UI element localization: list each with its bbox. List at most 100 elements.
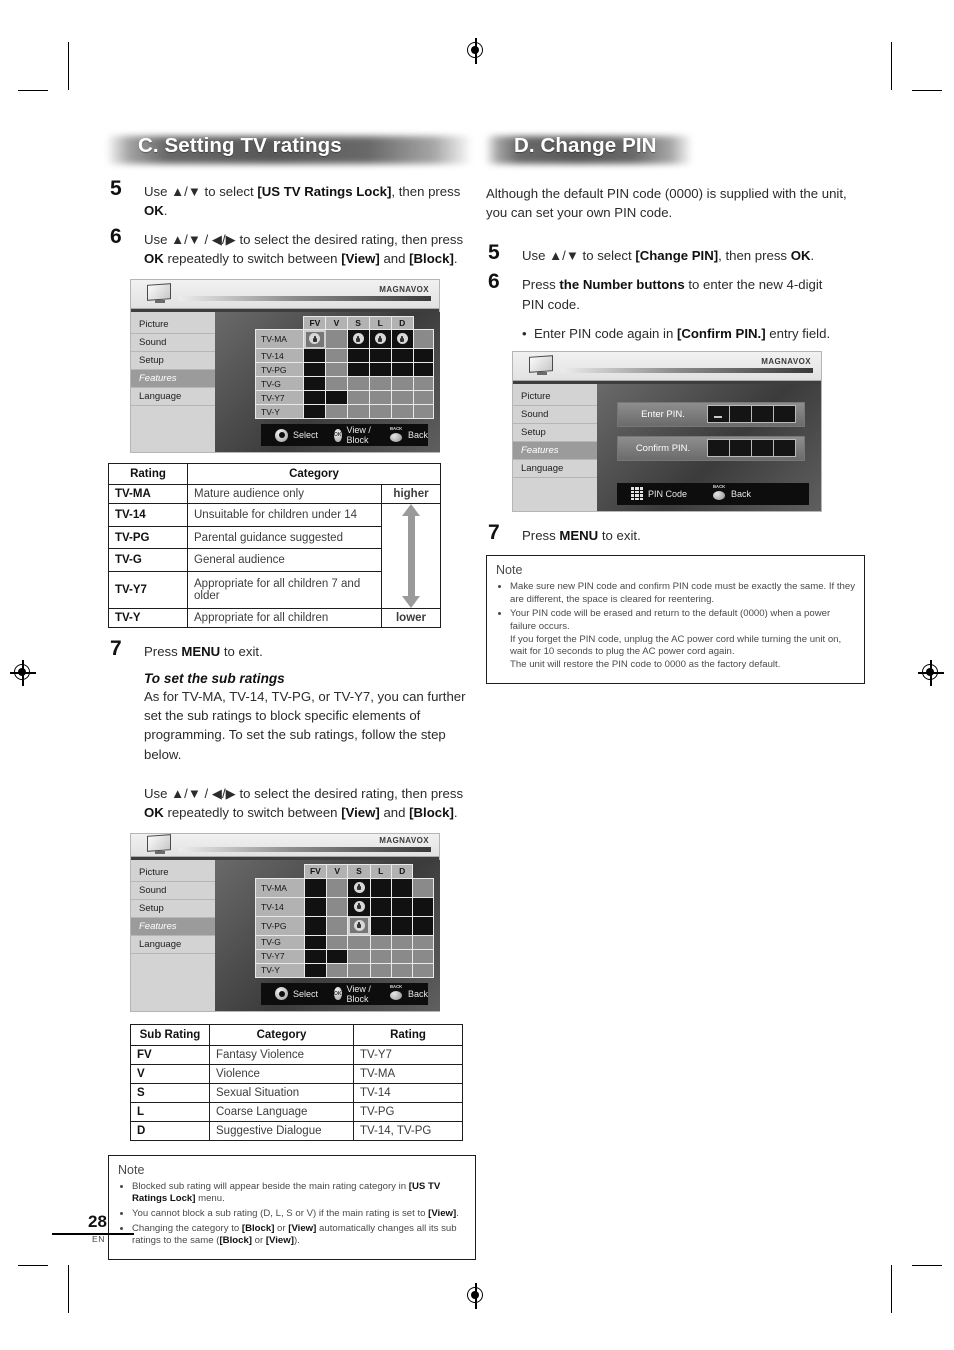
osd-menu-item-sound[interactable]: Sound <box>131 882 215 901</box>
footbar-view-block[interactable]: OK View / Block <box>334 984 374 1004</box>
grid-cell[interactable] <box>347 948 371 964</box>
grid-row-label-tv-pg[interactable]: TV-PG <box>255 915 305 936</box>
grid-cell[interactable] <box>325 404 348 420</box>
grid-row-label-tv-ma[interactable]: TV-MA <box>255 877 305 898</box>
enter-pin-boxes[interactable] <box>707 405 796 424</box>
grid-cell[interactable] <box>325 348 348 364</box>
grid-row-label-tv-14[interactable]: TV-14 <box>254 348 305 364</box>
grid-cell[interactable] <box>346 390 370 406</box>
grid-cell[interactable] <box>325 362 348 378</box>
grid-cell[interactable] <box>347 934 371 950</box>
grid-cell[interactable] <box>390 948 414 964</box>
grid-cell[interactable] <box>412 404 435 420</box>
grid-row-label-tv-y7[interactable]: TV-Y7 <box>255 948 305 964</box>
grid-cell[interactable] <box>412 896 435 917</box>
confirm-pin-digit-3[interactable] <box>751 439 774 458</box>
grid-cell[interactable] <box>390 896 414 917</box>
grid-cell[interactable] <box>368 362 392 378</box>
pin-digit-3[interactable] <box>751 405 774 424</box>
grid-cell[interactable] <box>325 915 349 936</box>
grid-cell[interactable] <box>325 934 349 950</box>
grid-cell[interactable] <box>412 934 435 950</box>
osd-menu-item-picture[interactable]: Picture <box>131 864 215 883</box>
grid-cell[interactable] <box>369 877 392 898</box>
grid-cell[interactable] <box>369 915 392 936</box>
grid-row-label-tv-y[interactable]: TV-Y <box>254 404 305 420</box>
grid-cell[interactable] <box>368 390 392 406</box>
grid-cell[interactable] <box>368 376 392 392</box>
grid-cell[interactable] <box>346 362 370 378</box>
confirm-pin-digit-1[interactable] <box>707 439 730 458</box>
grid-cell[interactable] <box>303 962 328 978</box>
grid-row-label-tv-ma[interactable]: TV-MA <box>254 329 305 350</box>
grid-cell[interactable] <box>368 348 392 364</box>
grid-cell[interactable] <box>368 329 392 350</box>
footbar-back[interactable]: BACK Back <box>713 484 751 501</box>
grid-cell[interactable] <box>390 362 414 378</box>
grid-cell[interactable] <box>325 390 348 406</box>
pin-digit-4[interactable] <box>773 405 796 424</box>
confirm-pin-row[interactable]: Confirm PIN. <box>617 435 805 461</box>
grid-cell[interactable] <box>390 915 414 936</box>
osd-menu-item-features[interactable]: Features <box>131 369 215 388</box>
grid-cell[interactable] <box>368 404 392 420</box>
footbar-select[interactable]: Select <box>275 987 318 1001</box>
grid-row-label-tv-14[interactable]: TV-14 <box>255 896 305 917</box>
grid-cell[interactable] <box>369 934 392 950</box>
osd-menu-item-features[interactable]: Features <box>131 918 215 937</box>
grid-cell[interactable] <box>346 376 370 392</box>
grid-cell[interactable] <box>347 896 371 917</box>
footbar-pin-code[interactable]: PIN Code <box>631 487 687 501</box>
grid-cell[interactable] <box>390 934 414 950</box>
grid-cell[interactable] <box>390 329 414 350</box>
grid-cell[interactable] <box>303 390 327 406</box>
osd-menu-item-picture[interactable]: Picture <box>131 316 215 334</box>
grid-row-label-tv-y7[interactable]: TV-Y7 <box>254 390 305 406</box>
grid-cell[interactable] <box>303 948 328 964</box>
grid-cell[interactable] <box>390 962 414 978</box>
osd-menu-item-setup[interactable]: Setup <box>513 424 597 442</box>
grid-cell[interactable] <box>412 329 435 350</box>
grid-cell[interactable] <box>412 915 435 936</box>
grid-row-label-tv-y[interactable]: TV-Y <box>255 962 305 978</box>
footbar-back[interactable]: BACK Back <box>390 984 428 1001</box>
grid-cell[interactable] <box>303 329 327 350</box>
grid-cell[interactable] <box>303 934 328 950</box>
grid-cell[interactable] <box>369 948 392 964</box>
grid-cell[interactable] <box>412 390 435 406</box>
grid-cell[interactable] <box>325 962 349 978</box>
footbar-back[interactable]: BACK Back <box>390 426 428 442</box>
osd-menu-item-picture[interactable]: Picture <box>513 388 597 406</box>
enter-pin-row[interactable]: Enter PIN. <box>617 401 805 427</box>
grid-cell[interactable] <box>303 915 328 936</box>
grid-row-label-tv-pg[interactable]: TV-PG <box>254 362 305 378</box>
grid-cell[interactable] <box>303 896 328 917</box>
osd-menu-item-language[interactable]: Language <box>513 460 597 478</box>
grid-cell[interactable] <box>347 962 371 978</box>
grid-cell[interactable] <box>412 376 435 392</box>
grid-cell[interactable] <box>325 329 348 350</box>
grid-row-label-tv-g[interactable]: TV-G <box>254 376 305 392</box>
grid-cell[interactable] <box>325 948 349 964</box>
grid-cell[interactable] <box>346 348 370 364</box>
osd-menu-item-features[interactable]: Features <box>513 441 597 460</box>
grid-cell[interactable] <box>412 877 435 898</box>
grid-cell[interactable] <box>369 896 392 917</box>
grid-cell[interactable] <box>412 348 435 364</box>
osd-menu-item-setup[interactable]: Setup <box>131 900 215 919</box>
grid-cell[interactable] <box>346 404 370 420</box>
confirm-pin-digit-4[interactable] <box>773 439 796 458</box>
grid-cell[interactable] <box>347 877 371 898</box>
osd-menu-item-sound[interactable]: Sound <box>131 334 215 352</box>
grid-cell[interactable] <box>390 348 414 364</box>
grid-cell[interactable] <box>390 877 414 898</box>
grid-cell[interactable] <box>412 948 435 964</box>
osd-menu-item-language[interactable]: Language <box>131 936 215 955</box>
grid-cell[interactable] <box>303 877 328 898</box>
grid-cell[interactable] <box>303 404 327 420</box>
pin-digit-2[interactable] <box>729 405 752 424</box>
grid-row-label-tv-g[interactable]: TV-G <box>255 934 305 950</box>
osd-menu-item-sound[interactable]: Sound <box>513 406 597 424</box>
grid-cell[interactable] <box>347 915 371 936</box>
grid-cell[interactable] <box>390 376 414 392</box>
